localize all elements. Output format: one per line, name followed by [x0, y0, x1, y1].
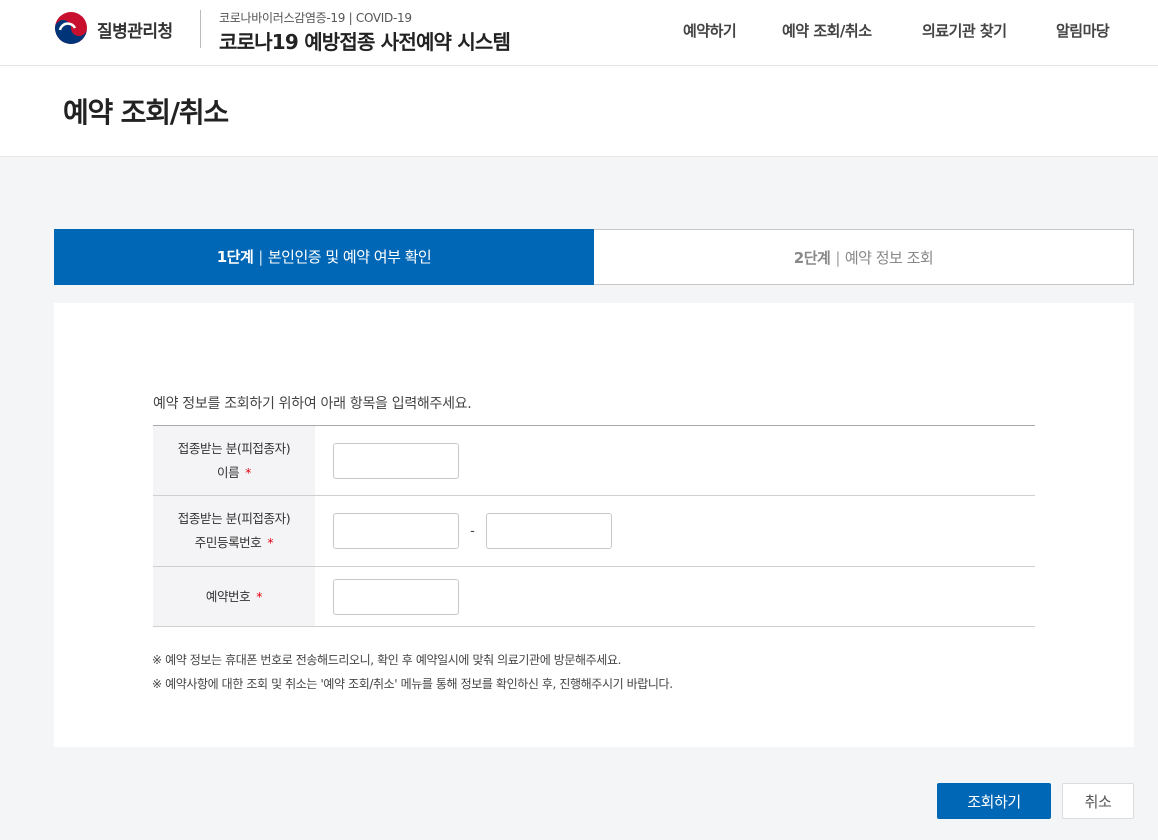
required-mark: * [267, 535, 274, 550]
required-mark: * [256, 588, 263, 604]
page-title-band: 예약 조회/취소 [0, 66, 1158, 157]
lookup-button[interactable]: 조회하기 [937, 783, 1051, 819]
required-mark: * [245, 464, 252, 480]
rrn-back-input[interactable] [486, 513, 612, 549]
reservation-number-label: 예약번호 * [153, 567, 315, 626]
page-title: 예약 조회/취소 [63, 96, 229, 129]
header-divider [200, 10, 201, 48]
rrn-separator: - [470, 523, 475, 539]
name-label-line2: 이름 [216, 464, 240, 480]
step-separator: | [258, 248, 263, 266]
form-row-reservation-number: 예약번호 * [153, 567, 1035, 627]
nav-notice[interactable]: 알림마당 [1056, 20, 1110, 41]
reservation-number-input[interactable] [333, 578, 459, 615]
rrn-label: 접종받는 분(피접종자) 주민등록번호 * [153, 496, 315, 566]
lookup-form-card: 예약 정보를 조회하기 위하여 아래 항목을 입력해주세요. 접종받는 분(피접… [54, 303, 1134, 747]
name-label: 접종받는 분(피접종자) 이름 * [153, 426, 315, 495]
step-2-number: 2단계 [793, 249, 831, 267]
system-title[interactable]: 코로나19 예방접종 사전예약 시스템 [219, 26, 511, 55]
form-intro: 예약 정보를 조회하기 위하여 아래 항목을 입력해주세요. [153, 396, 472, 412]
name-label-line1: 접종받는 분(피접종자) [177, 440, 291, 456]
kdca-logo-icon[interactable] [54, 11, 88, 45]
site-header: 질병관리청 코로나바이러스감염증-19 | COVID-19 코로나19 예방접… [0, 0, 1158, 66]
reservation-number-field-cell [315, 567, 1035, 626]
step-1-tab: 1단계 | 본인인증 및 예약 여부 확인 [54, 229, 594, 285]
note-sms: ※ 예약 정보는 휴대폰 번호로 전송해드리오니, 확인 후 예약일시에 맞춰 … [152, 653, 622, 667]
nav-reservation[interactable]: 예약하기 [683, 20, 737, 41]
note-menu: ※ 예약사항에 대한 조회 및 취소는 '예약 조회/취소' 메뉴를 통해 정보… [152, 677, 673, 691]
system-subtitle: 코로나바이러스감염증-19 | COVID-19 [219, 11, 412, 25]
step-2-tab: 2단계 | 예약 정보 조회 [594, 229, 1134, 285]
form-row-name: 접종받는 분(피접종자) 이름 * [153, 426, 1035, 496]
step-1-label: 본인인증 및 예약 여부 확인 [267, 248, 432, 266]
name-input[interactable] [333, 442, 459, 479]
step-2-label: 예약 정보 조회 [844, 249, 934, 267]
rrn-front-input[interactable] [333, 513, 459, 549]
form-table: 접종받는 분(피접종자) 이름 * 접종받는 분(피접종자) 주민등록번호 * - [153, 425, 1035, 627]
nav-find-clinic[interactable]: 의료기관 찾기 [922, 20, 1007, 41]
reservation-number-label-text: 예약번호 [205, 588, 251, 604]
rrn-label-line2: 주민등록번호 [194, 535, 262, 550]
nav-lookup-cancel[interactable]: 예약 조회/취소 [782, 20, 872, 41]
step-1-number: 1단계 [216, 248, 254, 266]
name-field-cell [315, 426, 1035, 495]
agency-name[interactable]: 질병관리청 [97, 17, 173, 42]
form-notes: ※ 예약 정보는 휴대폰 번호로 전송해드리오니, 확인 후 예약일시에 맞춰 … [152, 648, 673, 696]
step-separator: | [835, 249, 840, 267]
form-row-rrn: 접종받는 분(피접종자) 주민등록번호 * - [153, 496, 1035, 567]
cancel-button[interactable]: 취소 [1062, 783, 1134, 819]
rrn-field-cell: - [315, 496, 1035, 566]
rrn-label-line1: 접종받는 분(피접종자) [177, 511, 291, 526]
